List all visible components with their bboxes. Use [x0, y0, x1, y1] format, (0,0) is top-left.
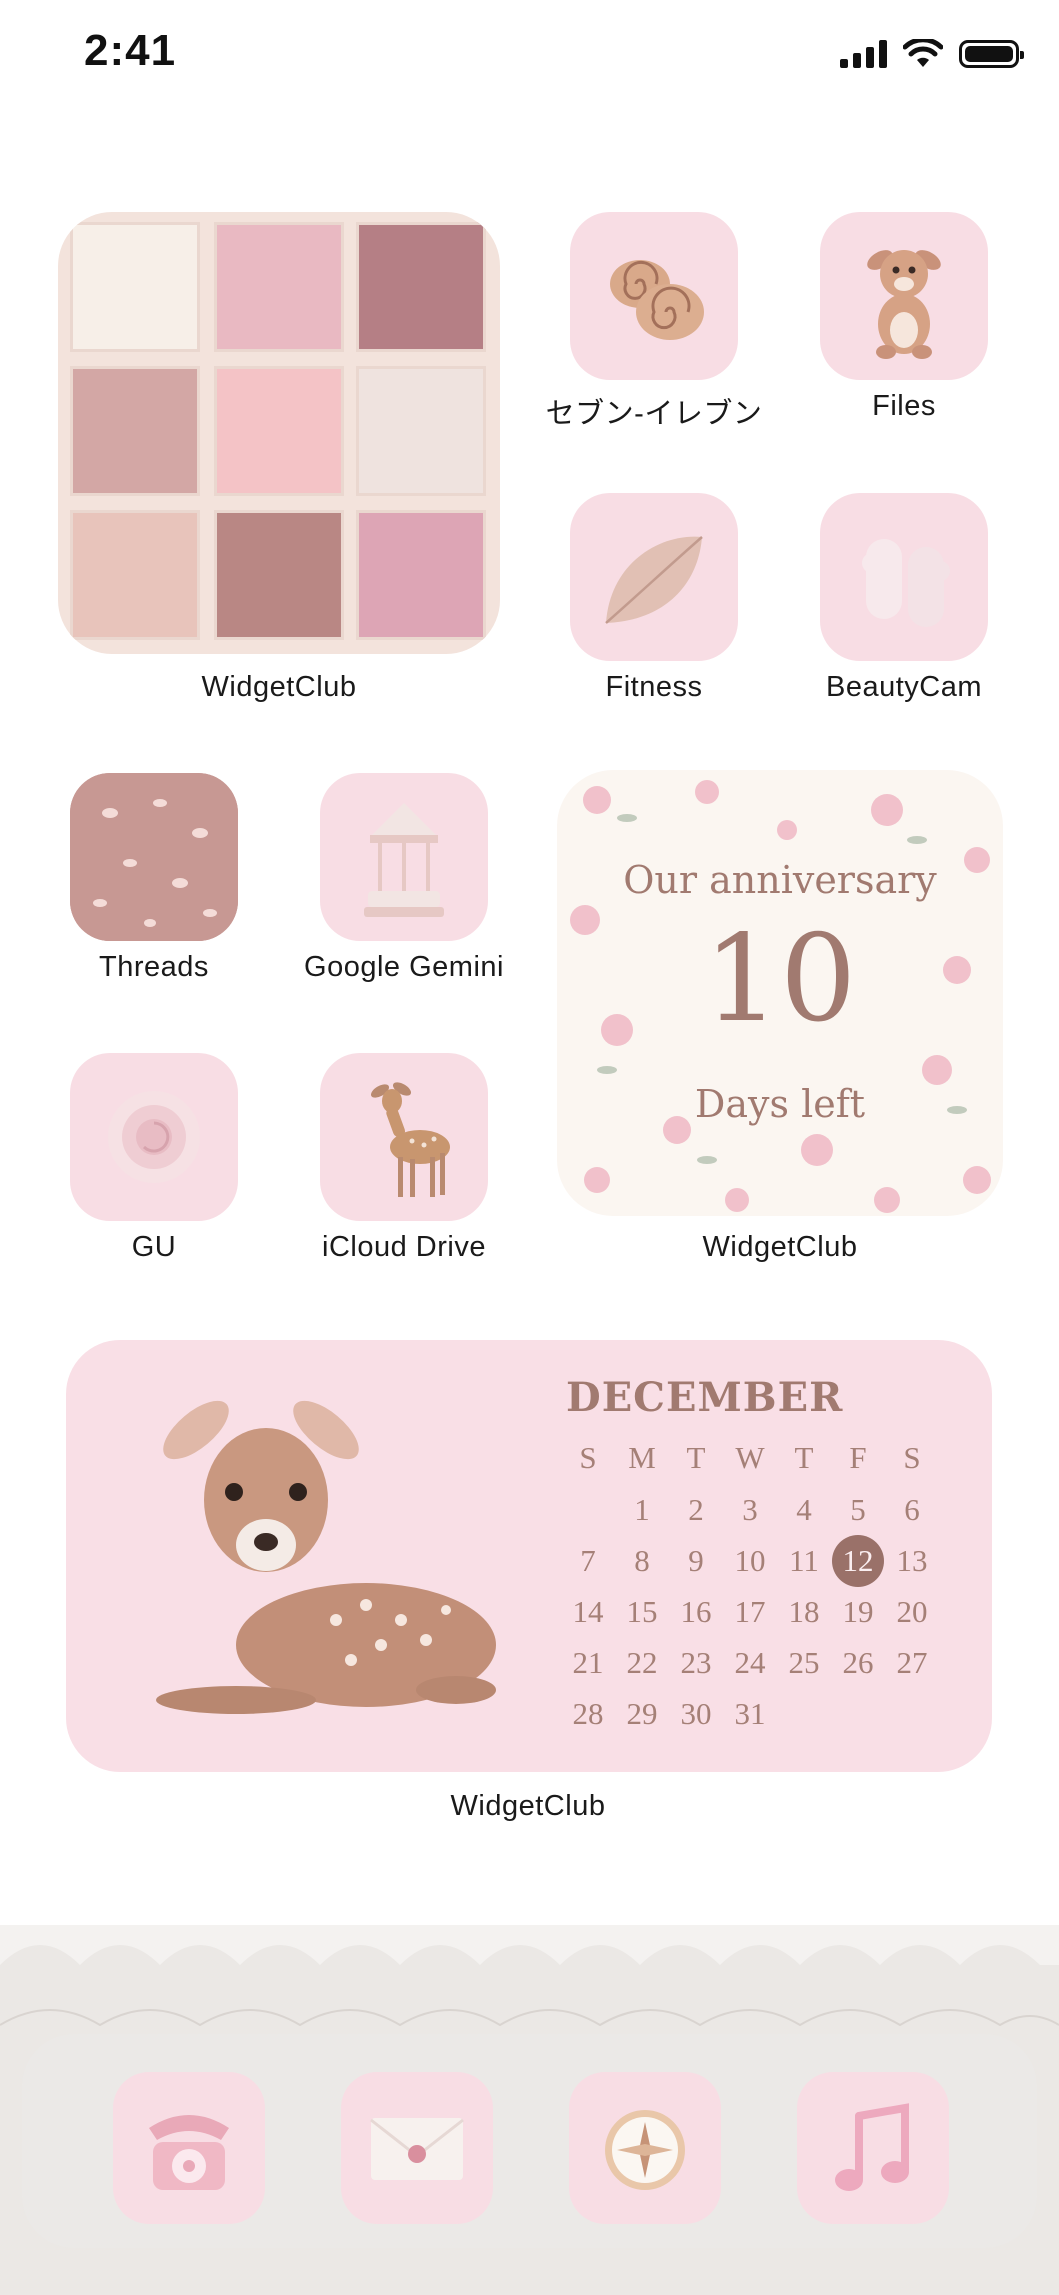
app-icloud-drive-label: iCloud Drive [322, 1231, 486, 1263]
weekday-label: F [849, 1440, 867, 1475]
anniversary-count: 10 [703, 910, 857, 1049]
cinnamon-roll-icon [610, 260, 704, 340]
calendar-day: 19 [842, 1594, 874, 1629]
calendar-day: 17 [734, 1594, 766, 1629]
calendar-day: 21 [572, 1645, 604, 1680]
calendar-day: 1 [634, 1492, 650, 1527]
calendar-day: 22 [626, 1645, 658, 1680]
calendar-widget-label: WidgetClub [450, 1790, 606, 1822]
app-google-gemini[interactable] [320, 773, 488, 941]
app-threads-label: Threads [99, 951, 209, 983]
calendar-day: 5 [850, 1492, 866, 1527]
weekday-label: S [903, 1440, 921, 1475]
calendar-day: 8 [634, 1543, 650, 1578]
app-beautycam[interactable] [820, 493, 988, 661]
weekday-label: T [686, 1440, 706, 1475]
calendar-day: 7 [580, 1543, 596, 1578]
app-files[interactable] [820, 212, 988, 380]
calendar-day: 14 [572, 1594, 604, 1629]
calendar-day: 27 [896, 1645, 928, 1680]
calendar-month: DECEMBER [566, 1374, 844, 1421]
leaf-icon [605, 536, 703, 624]
calendar-day: 16 [680, 1594, 712, 1629]
calendar-day: 20 [896, 1594, 928, 1629]
app-google-gemini-label: Google Gemini [304, 951, 504, 983]
compass-icon [605, 2110, 685, 2190]
dock-mail[interactable] [341, 2072, 493, 2224]
calendar-day: 18 [788, 1594, 820, 1629]
fawn-fur-icon [70, 773, 238, 941]
cellular-signal-icon [840, 40, 887, 68]
weekday-label: S [579, 1440, 597, 1475]
status-icons [840, 34, 1024, 74]
anniversary-heading: Our anniversary [623, 858, 937, 902]
calendar-day: 6 [904, 1492, 920, 1527]
calendar-widget[interactable]: DECEMBER S M T W T F S 1 2 3 4 5 6 7 8 9 10 11 12 13… [66, 1340, 992, 1772]
calendar-day: 26 [842, 1645, 874, 1680]
weekday-label: W [735, 1440, 765, 1475]
anniversary-widget-label: WidgetClub [702, 1231, 858, 1263]
calendar-day: 28 [572, 1696, 604, 1731]
calendar-day: 11 [789, 1543, 819, 1578]
app-seven-eleven[interactable] [570, 212, 738, 380]
dock-safari[interactable] [569, 2072, 721, 2224]
app-fitness[interactable] [570, 493, 738, 661]
calendar-day: 23 [680, 1645, 712, 1680]
mittens-icon [862, 539, 950, 627]
palette-widget[interactable] [58, 212, 500, 654]
calendar-day: 2 [688, 1492, 704, 1527]
calendar-day: 25 [788, 1645, 820, 1680]
app-threads[interactable] [70, 773, 238, 941]
fawn-plush-icon [867, 250, 941, 359]
calendar-day: 4 [796, 1492, 812, 1527]
app-fitness-label: Fitness [605, 671, 703, 703]
rose-icon [108, 1091, 200, 1183]
music-note-icon [835, 2103, 909, 2191]
battery-icon [959, 40, 1024, 68]
fawn-lying-icon [156, 1400, 496, 1714]
calendar-day: 9 [688, 1543, 704, 1578]
dock-music[interactable] [797, 2072, 949, 2224]
rotary-phone-icon [149, 2115, 229, 2190]
calendar-day-today: 12 [832, 1535, 884, 1587]
anniversary-widget[interactable]: Our anniversary 10 Days left [557, 770, 1003, 1216]
palette-widget-label: WidgetClub [201, 671, 357, 703]
calendar-day: 10 [734, 1543, 766, 1578]
calendar-day: 3 [742, 1492, 758, 1527]
calendar-day: 31 [734, 1696, 766, 1731]
weekday-label: M [628, 1440, 656, 1475]
envelope-icon [370, 2118, 464, 2180]
calendar-day: 30 [680, 1696, 712, 1731]
dock-phone[interactable] [113, 2072, 265, 2224]
app-beautycam-label: BeautyCam [825, 671, 982, 703]
weekday-label: T [794, 1440, 814, 1475]
wifi-icon [903, 39, 943, 67]
app-icloud-drive[interactable] [320, 1053, 488, 1221]
calendar-day: 29 [626, 1696, 658, 1731]
status-time: 2:41 [84, 26, 177, 75]
calendar-day: 15 [626, 1594, 658, 1629]
app-gu-label: GU [131, 1231, 177, 1263]
deer-icon [370, 1082, 450, 1197]
app-gu[interactable] [70, 1053, 238, 1221]
calendar-day: 24 [734, 1645, 766, 1680]
carousel-icon [364, 803, 444, 917]
app-files-label: Files [872, 390, 936, 422]
anniversary-footer: Days left [694, 1082, 866, 1126]
calendar-day: 13 [896, 1543, 928, 1578]
app-seven-eleven-label: セブン-イレブン [545, 398, 763, 430]
